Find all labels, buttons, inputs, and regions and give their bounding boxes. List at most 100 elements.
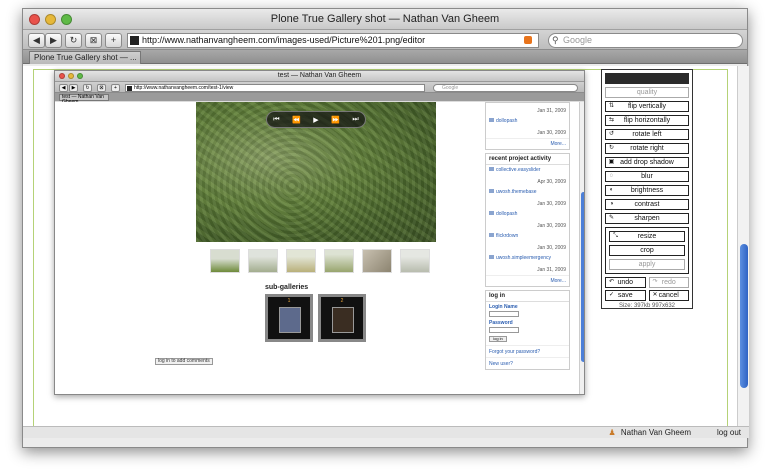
flip-horizontally-button[interactable]: ⇆ flip horizontally — [605, 115, 689, 126]
item-name: dollopash — [496, 211, 518, 217]
crop-button[interactable]: crop — [609, 245, 685, 256]
activity-title: recent project activity — [486, 154, 569, 165]
back-button[interactable]: ◀ — [28, 33, 45, 48]
inner-toolbar: ◀ ▶ ↻ ⊠ + http://www.nathanvangheem.com/… — [55, 82, 584, 93]
sharpen-icon: ✎ — [608, 215, 615, 221]
login-title: log in — [486, 291, 569, 302]
add-drop-shadow-button[interactable]: ▣ add drop shadow — [605, 157, 689, 168]
project-icon — [489, 233, 494, 237]
thumbnail — [286, 249, 316, 273]
user-name: Nathan Van Gheem — [620, 428, 691, 437]
inner-search-box: Google — [433, 84, 578, 92]
sub-galleries-title: sub-galleries — [265, 284, 309, 291]
item-date: Jan 31, 2009 — [537, 267, 566, 273]
image-size-text: Size: 397kb 997x632 — [618, 303, 676, 309]
recent-items-portlet: Jan 31, 2009 dollopash Jan 30, 2009 More… — [485, 102, 570, 150]
list-item: dollopash Jan 30, 2009 — [486, 116, 569, 138]
cancel-button[interactable]: ✕ cancel — [648, 290, 689, 301]
item-date: Jan 31, 2009 — [537, 108, 566, 114]
search-icon: ⚲ — [552, 35, 559, 45]
rotate-left-button[interactable]: ↺ rotate left — [605, 129, 689, 140]
logout-link[interactable]: log out — [717, 428, 741, 437]
rotate-right-button[interactable]: ↻ rotate right — [605, 143, 689, 154]
thumbnail — [362, 249, 392, 273]
sub-gallery-number: 1 — [287, 298, 291, 304]
item-name: dollopash — [496, 118, 518, 124]
forward-button[interactable]: ▶ — [45, 33, 62, 48]
contrast-label: contrast — [634, 201, 660, 208]
inner-scrollbar — [579, 102, 584, 394]
player-controls: ⏮ ⏪ ▶ ⏩ ⏭ — [266, 111, 366, 128]
resize-label: resize — [637, 233, 657, 240]
fast-forward-icon: ⏩ — [331, 116, 340, 124]
play-icon: ▶ — [313, 116, 319, 124]
inner-reload-icon: ↻ — [83, 84, 92, 92]
redo-button[interactable]: ↷ redo — [648, 277, 689, 288]
undo-redo-row: ↶ undo ↷ redo — [605, 277, 689, 288]
resize-button[interactable]: ⤡ resize — [609, 231, 685, 242]
inner-title-bar: test — Nathan Van Gheem — [55, 71, 584, 82]
inner-back-icon: ◀ — [59, 84, 68, 92]
flip-vertically-button[interactable]: ⇅ flip vertically — [605, 101, 689, 112]
flip-horizontally-label: flip horizontally — [623, 117, 671, 124]
list-item: uwosh.simpleemergency Jan 31, 2009 — [486, 253, 569, 275]
project-icon — [489, 118, 494, 122]
apply-button[interactable]: apply — [609, 259, 685, 270]
rotate-right-icon: ↻ — [608, 145, 615, 151]
forgot-password-link: Forgot your password? — [486, 345, 569, 357]
quality-button[interactable]: quality — [605, 87, 689, 98]
crop-label: crop — [640, 247, 654, 254]
inner-address-text: http://www.nathanvangheem.com/test-1/vie… — [134, 85, 234, 91]
list-item: Jan 31, 2009 — [486, 103, 569, 116]
item-date: Jan 30, 2009 — [537, 245, 566, 251]
undo-button[interactable]: ↶ undo — [605, 277, 646, 288]
item-date: Jan 30, 2009 — [537, 130, 566, 136]
list-item: collective.easyslider Apr 30, 2009 — [486, 165, 569, 187]
save-button[interactable]: ✓ save — [605, 290, 646, 301]
portlet-column: Jan 31, 2009 dollopash Jan 30, 2009 More… — [485, 102, 570, 373]
tab-plone-true-gallery[interactable]: Plone True Gallery shot — ... — [29, 51, 141, 64]
search-input[interactable]: ⚲ Google — [548, 33, 743, 48]
image-editor-panel: quality ⇅ flip vertically ⇆ flip horizon… — [601, 69, 693, 309]
apply-label: apply — [638, 261, 656, 268]
add-bookmark-button[interactable]: + — [105, 33, 122, 48]
cancel-icon: ✕ — [652, 292, 658, 298]
inner-window-title: test — Nathan Van Gheem — [277, 72, 362, 79]
sharpen-button[interactable]: ✎ sharpen — [605, 213, 689, 224]
project-icon — [489, 189, 494, 193]
flip-vertically-label: flip vertically — [627, 103, 667, 110]
user-link[interactable]: ♟ Nathan Van Gheem — [608, 428, 691, 437]
page-content: test — Nathan Van Gheem ◀ ▶ ↻ ⊠ + http:/… — [23, 66, 749, 438]
save-icon: ✓ — [608, 292, 615, 298]
sub-gallery-number: 2 — [340, 298, 344, 304]
more-link: More... — [486, 138, 569, 149]
rotate-left-label: rotate left — [632, 131, 662, 138]
first-icon: ⏮ — [273, 115, 280, 123]
page-scrollbar[interactable] — [737, 66, 749, 438]
rss-icon[interactable] — [524, 36, 532, 44]
blur-button[interactable]: ◌ blur — [605, 171, 689, 182]
item-name: flickrdown — [496, 233, 519, 239]
item-date: Jan 30, 2009 — [537, 223, 566, 229]
login-name-field — [489, 311, 519, 317]
tab-bar: Plone True Gallery shot — ... — [23, 50, 747, 64]
project-icon — [489, 211, 494, 215]
reload-button[interactable]: ↻ — [65, 33, 82, 48]
brightness-icon: ◐ — [609, 187, 614, 193]
address-bar[interactable]: http://www.nathanvangheem.com/images-use… — [127, 33, 539, 48]
browser-toolbar: ◀ ▶ ↻ ⊠ + http://www.nathanvangheem.com/… — [23, 30, 747, 50]
contrast-icon: ◑ — [609, 201, 614, 207]
login-button: log in — [489, 336, 507, 342]
snapback-button[interactable]: ⊠ — [85, 33, 102, 48]
sub-gallery-1: 1 — [265, 294, 313, 342]
user-icon: ♟ — [608, 428, 616, 437]
activity-portlet: recent project activity collective.easys… — [485, 153, 570, 287]
redo-label: redo — [661, 279, 676, 286]
editor-header — [605, 73, 689, 84]
address-text: http://www.nathanvangheem.com/images-use… — [142, 35, 426, 45]
page-scroll-thumb[interactable] — [740, 244, 748, 388]
brightness-button[interactable]: ◐ brightness — [605, 185, 689, 196]
contrast-button[interactable]: ◑ contrast — [605, 199, 689, 210]
item-date: Apr 30, 2009 — [537, 179, 566, 185]
quality-label: quality — [636, 89, 658, 96]
